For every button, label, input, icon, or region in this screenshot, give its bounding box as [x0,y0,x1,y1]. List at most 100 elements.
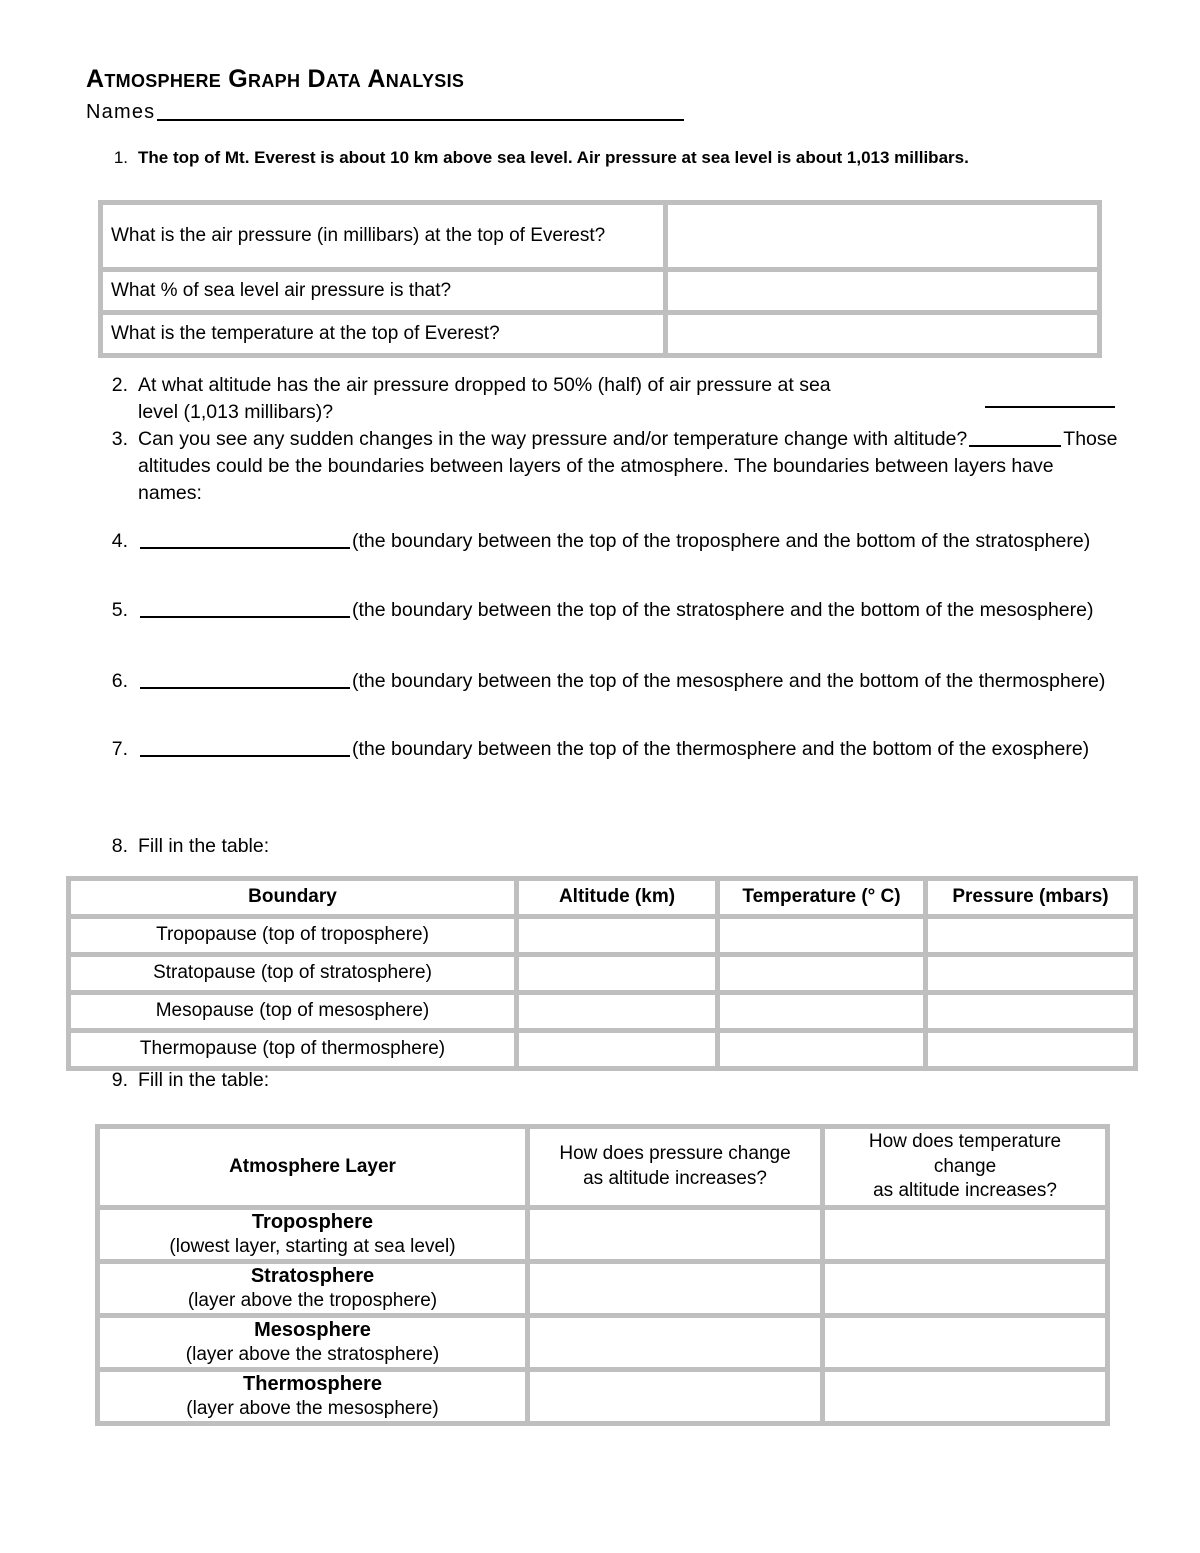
atmosphere-layer-table: Atmosphere Layer How does pressure chang… [95,1124,1110,1426]
question-2-body: At what altitude has the air pressure dr… [138,372,1062,426]
column-header-altitude: Altitude (km) [519,881,715,914]
column-header-temperature-line-1: How does temperature [868,1130,1062,1152]
question-6-number: 6. [111,670,128,692]
layer-name: Stratosphere [250,1265,375,1288]
boundary-temperature-cell[interactable] [720,957,923,990]
everest-question-cell: What % of sea level air pressure is that… [103,272,663,310]
question-3-part-1: Can you see any sudden changes in the wa… [138,428,968,450]
layer-temperature-cell[interactable] [825,1264,1105,1313]
layer-temperature-cell[interactable] [825,1210,1105,1259]
question-2-line-2: level (1,013 millibars)? [138,400,334,423]
everest-answer-cell[interactable] [668,315,1097,353]
question-5-number: 5. [111,599,128,621]
column-header-pressure-line-1: How does pressure change [559,1143,791,1165]
names-blank-line[interactable] [157,119,685,121]
layer-detail: (layer above the mesosphere) [186,1398,439,1420]
question-1: 1. The top of Mt. Everest is about 10 km… [102,147,1102,169]
layer-pressure-cell[interactable] [530,1318,820,1367]
boundary-pressure-cell[interactable] [928,919,1133,952]
column-header-temperature-line-3: as altitude increases? [873,1180,1057,1202]
question-4-answer-blank[interactable] [140,528,350,549]
question-2-line-1: At what altitude has the air pressure dr… [138,374,831,396]
question-3: 3. Can you see any sudden changes in the… [102,426,1122,507]
question-6-text: (the boundary between the top of the mes… [352,670,1106,692]
question-2-number: 2. [111,374,128,396]
question-9: 9. Fill in the table: [102,1067,502,1094]
question-2-answer-blank[interactable] [985,406,1115,408]
question-7-answer-blank[interactable] [140,736,350,757]
boundary-temperature-cell[interactable] [720,1033,923,1066]
table-row: Mesopause (top of mesosphere) [71,995,1133,1028]
boundary-temperature-cell[interactable] [720,919,923,952]
question-5-body: (the boundary between the top of the str… [138,597,1132,624]
everest-answer-cell[interactable] [668,205,1097,267]
layer-detail: (layer above the stratosphere) [185,1344,440,1366]
question-1-text: The top of Mt. Everest is about 10 km ab… [138,148,969,167]
column-header-boundary: Boundary [71,881,514,914]
question-5-text: (the boundary between the top of the str… [352,599,1094,621]
question-6: 6. (the boundary between the top of the … [102,668,1132,695]
layer-name: Troposphere [251,1211,374,1234]
question-7-number: 7. [111,738,128,760]
question-6-answer-blank[interactable] [140,668,350,689]
question-8: 8. Fill in the table: [102,833,502,860]
table-row: What % of sea level air pressure is that… [103,272,1097,310]
table-row: Tropopause (top of troposphere) [71,919,1133,952]
boundary-pressure-cell[interactable] [928,1033,1133,1066]
question-3-body: Can you see any sudden changes in the wa… [138,426,1122,507]
table-row: Thermopause (top of thermosphere) [71,1033,1133,1066]
question-6-body: (the boundary between the top of the mes… [138,668,1132,695]
column-header-pressure: Pressure (mbars) [928,881,1133,914]
layer-pressure-cell[interactable] [530,1372,820,1421]
boundary-pressure-cell[interactable] [928,957,1133,990]
table-row: Thermosphere (layer above the mesosphere… [100,1372,1105,1421]
everest-question-cell: What is the air pressure (in millibars) … [103,205,663,267]
column-header-temperature: Temperature (° C) [720,881,923,914]
layer-name: Thermosphere [243,1373,382,1396]
column-header-pressure-line-2: as altitude increases? [583,1168,767,1189]
layer-pressure-cell[interactable] [530,1264,820,1313]
everest-question-table: What is the air pressure (in millibars) … [98,200,1102,358]
table-header-row: Atmosphere Layer How does pressure chang… [100,1129,1105,1205]
column-header-temperature-line-2: change [933,1155,997,1177]
table-row: What is the temperature at the top of Ev… [103,315,1097,353]
layer-name-cell: Troposphere (lowest layer, starting at s… [100,1210,525,1259]
everest-question-cell: What is the temperature at the top of Ev… [103,315,663,353]
question-9-text: Fill in the table: [138,1069,270,1091]
question-8-text: Fill in the table: [138,835,270,857]
everest-answer-cell[interactable] [668,272,1097,310]
worksheet-page: Atmosphere Graph Data Analysis Names 1. … [0,0,1200,1553]
question-4: 4. (the boundary between the top of the … [102,528,1132,555]
table-row: Troposphere (lowest layer, starting at s… [100,1210,1105,1259]
question-4-text: (the boundary between the top of the tro… [352,530,1091,552]
layer-pressure-cell[interactable] [530,1210,820,1259]
boundary-altitude-cell[interactable] [519,1033,715,1066]
layer-name-cell: Mesosphere (layer above the stratosphere… [100,1318,525,1367]
layer-name-cell: Thermosphere (layer above the mesosphere… [100,1372,525,1421]
page-title: Atmosphere Graph Data Analysis [86,65,465,93]
table-row: Stratopause (top of stratosphere) [71,957,1133,990]
question-5-answer-blank[interactable] [140,597,350,618]
boundary-altitude-cell[interactable] [519,995,715,1028]
question-5: 5. (the boundary between the top of the … [102,597,1132,624]
layer-temperature-cell[interactable] [825,1318,1105,1367]
question-3-answer-blank[interactable] [969,426,1062,447]
layer-temperature-cell[interactable] [825,1372,1105,1421]
layer-detail: (lowest layer, starting at sea level) [169,1236,456,1258]
names-field-row: Names [86,100,685,124]
boundary-altitude-cell[interactable] [519,919,715,952]
question-3-number: 3. [111,428,128,450]
boundary-name-cell: Tropopause (top of troposphere) [71,919,514,952]
boundary-temperature-cell[interactable] [720,995,923,1028]
names-label: Names [86,101,156,123]
boundary-table: Boundary Altitude (km) Temperature (° C)… [66,876,1138,1071]
boundary-altitude-cell[interactable] [519,957,715,990]
column-header-temperature-change: How does temperature change as altitude … [825,1129,1105,1205]
boundary-pressure-cell[interactable] [928,995,1133,1028]
table-row: Stratosphere (layer above the tropospher… [100,1264,1105,1313]
question-8-number: 8. [111,835,128,857]
question-7: 7. (the boundary between the top of the … [102,736,1137,763]
column-header-atmosphere-layer: Atmosphere Layer [100,1129,525,1205]
boundary-name-cell: Thermopause (top of thermosphere) [71,1033,514,1066]
layer-detail: (layer above the troposphere) [187,1290,438,1312]
